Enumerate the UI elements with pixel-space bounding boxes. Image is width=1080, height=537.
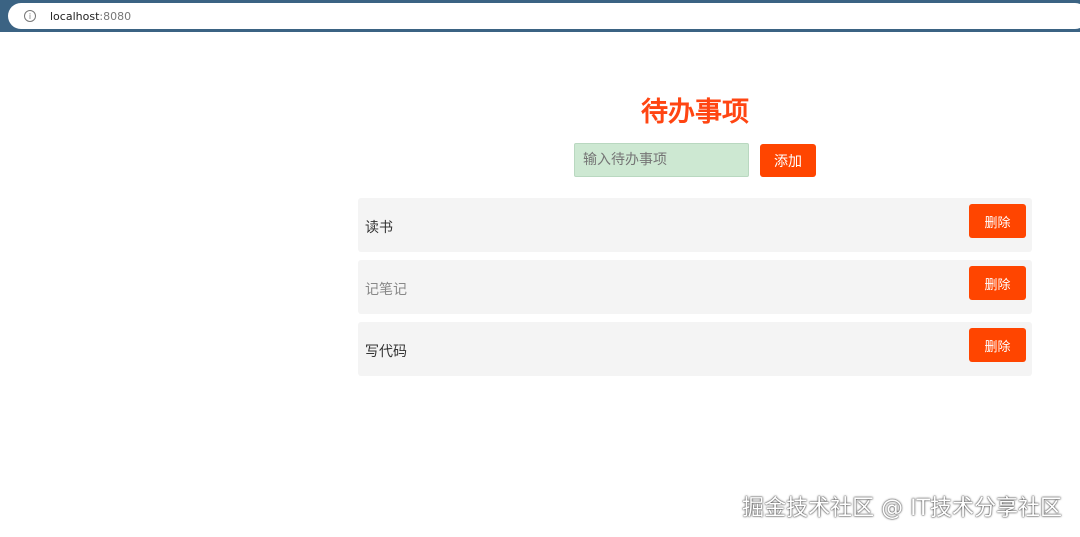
watermark: 掘金技术社区 @ IT技术分享社区 (742, 496, 1062, 521)
page-title: 待办事项 (641, 97, 749, 128)
todo-input[interactable] (574, 143, 749, 177)
delete-button[interactable]: 删除 (969, 204, 1026, 238)
address-bar[interactable]: i localhost:8080 (8, 3, 1080, 29)
info-icon[interactable]: i (24, 10, 36, 22)
delete-button[interactable]: 删除 (969, 328, 1026, 362)
todo-item[interactable]: 记笔记 删除 (358, 260, 1032, 314)
url-host: localhost (50, 9, 100, 23)
todo-text: 记笔记 (365, 281, 407, 298)
browser-toolbar: i localhost:8080 (0, 0, 1080, 32)
todo-text: 读书 (365, 219, 393, 236)
url-port: :8080 (99, 9, 132, 23)
delete-button[interactable]: 删除 (969, 266, 1026, 300)
todo-text: 写代码 (365, 343, 407, 360)
add-button[interactable]: 添加 (760, 144, 816, 177)
url-text: localhost:8080 (50, 10, 131, 23)
todo-item[interactable]: 写代码 删除 (358, 322, 1032, 376)
todo-list: 读书 删除 记笔记 删除 写代码 删除 (358, 198, 1032, 384)
todo-item[interactable]: 读书 删除 (358, 198, 1032, 252)
